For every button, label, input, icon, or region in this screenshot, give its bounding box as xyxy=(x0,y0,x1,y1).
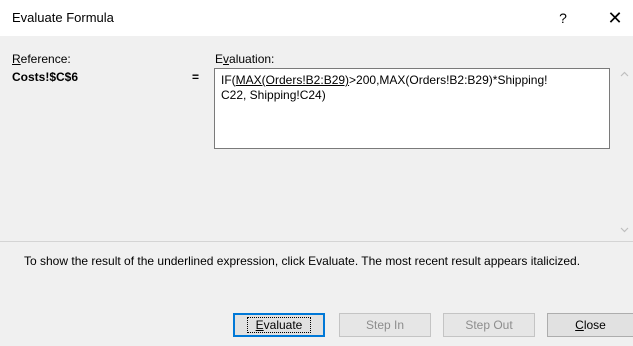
scroll-up-button[interactable] xyxy=(616,66,633,83)
close-button[interactable]: Close xyxy=(547,313,633,337)
evaluation-textbox[interactable]: IF(MAX(Orders!B2:B29)>200,MAX(Orders!B2:… xyxy=(214,68,610,149)
evaluation-label: Evaluation: xyxy=(215,52,275,66)
evaluate-button[interactable]: Evaluate xyxy=(233,313,325,337)
reference-label: Reference: xyxy=(12,52,71,66)
window-title: Evaluate Formula xyxy=(12,10,114,25)
reference-value: Costs!$C$6 xyxy=(12,70,79,84)
divider xyxy=(0,241,633,242)
chevron-down-icon xyxy=(620,227,629,233)
step-in-button[interactable]: Step In xyxy=(339,313,431,337)
equals-sign: = xyxy=(192,70,200,84)
underlined-expression: MAX(Orders!B2:B29) xyxy=(235,73,350,87)
evaluation-scrollbar[interactable] xyxy=(616,66,633,238)
evaluation-line-1: IF(MAX(Orders!B2:B29)>200,MAX(Orders!B2:… xyxy=(221,73,548,87)
close-icon: ✕ xyxy=(607,8,623,28)
step-out-button[interactable]: Step Out xyxy=(443,313,535,337)
chevron-up-icon xyxy=(620,71,629,77)
help-button[interactable]: ? xyxy=(548,6,578,30)
scroll-down-button[interactable] xyxy=(616,221,633,238)
evaluation-line-2: C22, Shipping!C24) xyxy=(221,88,326,102)
instruction-text: To show the result of the underlined exp… xyxy=(24,254,581,268)
evaluate-formula-dialog: Evaluate Formula ? ✕ Reference: Evaluati… xyxy=(0,0,633,346)
title-bar: Evaluate Formula ? ✕ xyxy=(0,0,633,36)
close-window-button[interactable]: ✕ xyxy=(600,5,630,31)
